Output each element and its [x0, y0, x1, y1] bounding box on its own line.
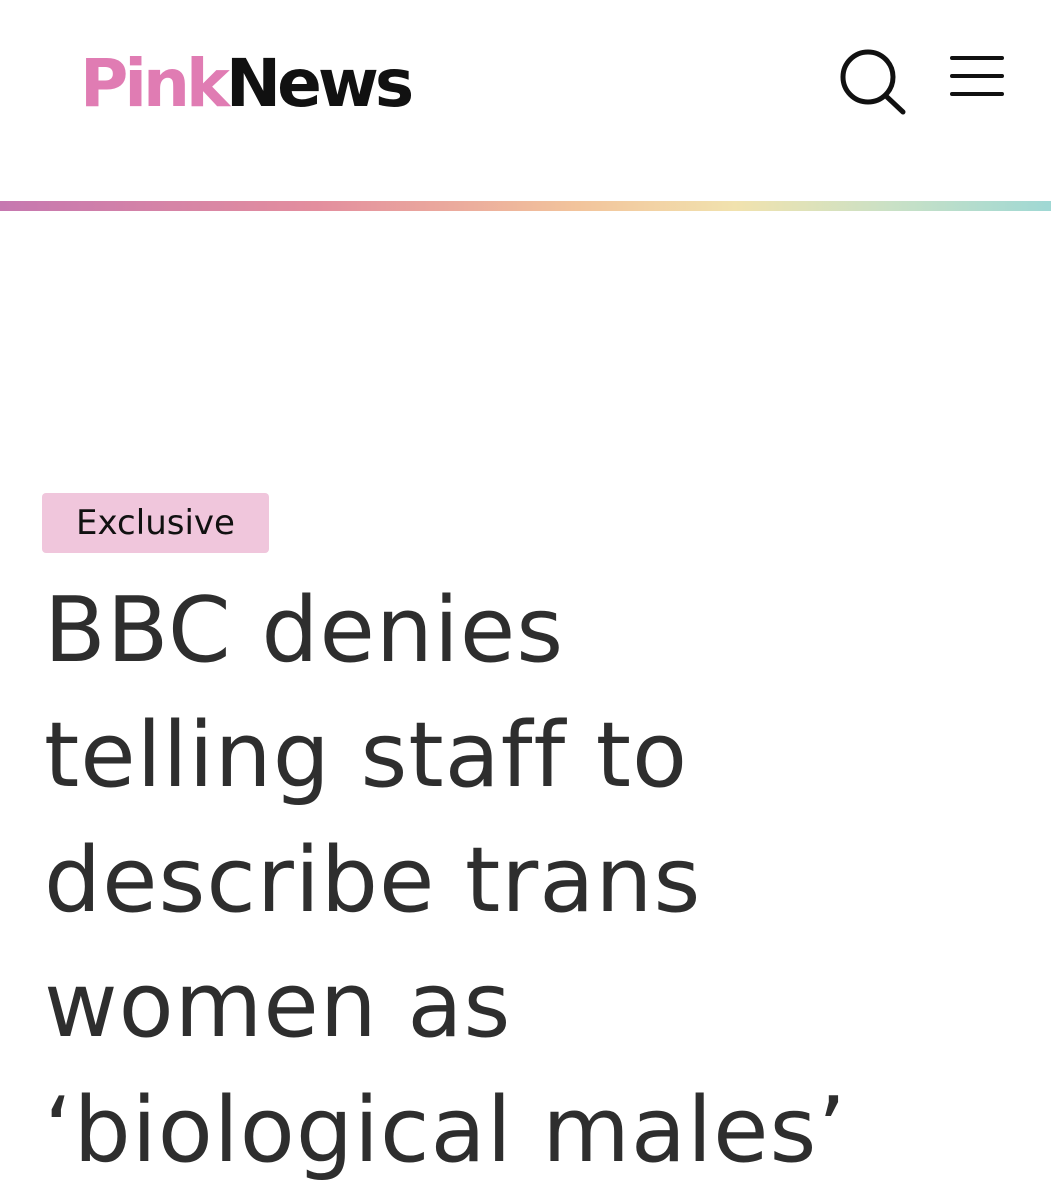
hamburger-menu-icon: [950, 56, 1004, 96]
logo-news-part: News: [225, 45, 414, 122]
headline-line: BBC denies: [44, 578, 565, 683]
headline-line: telling staff to: [44, 703, 689, 808]
search-button[interactable]: [836, 46, 908, 118]
search-icon: [840, 49, 906, 115]
logo-pink-part: Pink: [80, 45, 230, 122]
exclusive-badge: Exclusive: [42, 493, 269, 553]
article-headline[interactable]: BBC denies telling staff to describe tra…: [44, 568, 1034, 1193]
menu-button[interactable]: [948, 52, 1006, 100]
headline-line: women as: [44, 953, 512, 1058]
headline-line: ‘biological males’: [44, 1078, 847, 1183]
headline-line: describe trans: [44, 828, 702, 933]
pinknews-logo[interactable]: PinkNews: [80, 44, 414, 124]
site-header: PinkNews: [0, 0, 1051, 200]
rainbow-divider: [0, 201, 1051, 211]
